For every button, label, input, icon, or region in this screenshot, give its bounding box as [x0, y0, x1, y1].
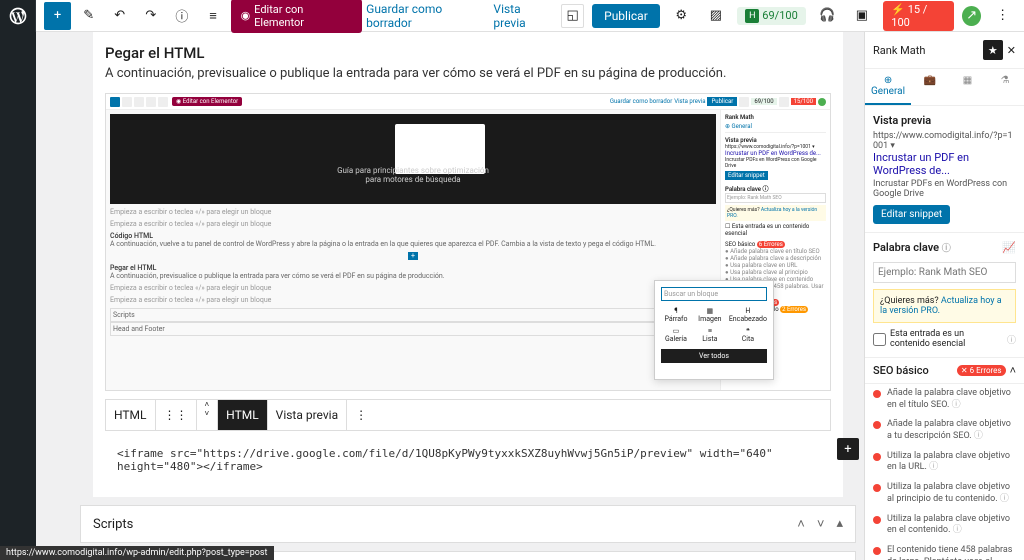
info-icon[interactable]: ⓘ: [168, 2, 195, 30]
edit-mode-icon[interactable]: ✎: [75, 2, 102, 30]
more-icon[interactable]: ⋮: [989, 2, 1016, 30]
seo-item: Añade la palabra clave objetivo a tu des…: [865, 415, 1024, 446]
keyword-label: Palabra clave ⓘ 📈: [873, 241, 1016, 254]
editor-topbar: + ✎ ↶ ↷ ⓘ ≡ ◉Editar con Elementor Guarda…: [36, 0, 1024, 32]
serp-title: Incrustar un PDF en WordPress de...: [873, 151, 1016, 177]
wp-admin-sidebar: [0, 0, 36, 560]
serp-url: https://www.comodigital.info/?p=1001 ▾: [873, 131, 1016, 151]
html-code-block[interactable]: <iframe src="https://drive.google.com/fi…: [105, 435, 831, 485]
star-icon[interactable]: ★: [983, 40, 1003, 60]
wordpress-logo-icon[interactable]: [0, 0, 36, 32]
tab-advanced-icon[interactable]: 💼: [911, 69, 949, 105]
publish-button[interactable]: Publicar: [592, 4, 660, 28]
block-inserter-popup: Buscar un bloque ¶Párrafo▦ImagenHEncabez…: [654, 280, 774, 380]
tab-general[interactable]: ⊕ General: [865, 69, 911, 105]
trend-icon[interactable]: 📈: [1002, 241, 1016, 254]
chevron-up-icon[interactable]: ˄: [797, 516, 805, 532]
toolbar-html-label[interactable]: HTML: [106, 400, 156, 430]
content-paragraph[interactable]: A continuación, previsualice o publique …: [105, 66, 831, 81]
headphones-icon[interactable]: 🎧: [814, 2, 841, 30]
undo-icon[interactable]: ↶: [106, 2, 133, 30]
rankmath-title: Rank Math: [873, 44, 925, 57]
tab-filter-icon[interactable]: ⚗: [986, 69, 1024, 105]
seo-item: El contenido tiene 458 palabras de largo…: [865, 541, 1024, 560]
browser-status-bar: https://www.comodigital.info/wp-admin/ed…: [0, 546, 274, 560]
seo-score-badge[interactable]: 69/100: [737, 7, 805, 25]
chevron-toggle-icon[interactable]: ▴: [836, 516, 843, 532]
editor-column: Pegar el HTML A continuación, previsuali…: [72, 32, 864, 560]
chevron-down-icon[interactable]: ˅: [817, 516, 825, 532]
keyword-input[interactable]: [873, 262, 1016, 283]
pro-notice: ¿Quieres más? Actualiza hoy a la versión…: [873, 289, 1016, 323]
html-tab[interactable]: HTML: [218, 400, 268, 430]
preview-section-title: Vista previa: [873, 114, 1016, 127]
jetpack-icon[interactable]: ↗: [962, 6, 981, 26]
scripts-panel: Scripts ˄ ˅ ▴: [80, 505, 856, 543]
redo-icon[interactable]: ↷: [137, 2, 164, 30]
seo-item: Utiliza la palabra clave objetivo en la …: [865, 447, 1024, 478]
add-block-icon[interactable]: +: [44, 2, 71, 30]
preview-cache-icon[interactable]: ◱: [561, 4, 584, 28]
seo-basic-accordion[interactable]: SEO básico ✕ 6 Errores ˄: [865, 358, 1024, 384]
essential-label: Esta entrada es un contenido esencial: [890, 329, 1003, 349]
words-badge[interactable]: ⚡ 15 / 100: [883, 1, 954, 31]
drag-handle-icon[interactable]: ⋮⋮: [156, 400, 197, 430]
block-more-icon[interactable]: ⋮: [347, 400, 375, 430]
tab-schema-icon[interactable]: ▦: [949, 69, 987, 105]
seo-item: Añade la palabra clave objetivo en el tí…: [865, 384, 1024, 415]
yoast-icon[interactable]: ▨: [703, 2, 730, 30]
seo-item: Utiliza la palabra clave objetivo en el …: [865, 510, 1024, 541]
essential-checkbox[interactable]: [873, 333, 886, 346]
close-icon[interactable]: ✕: [1007, 44, 1016, 57]
preview-link[interactable]: Vista previa: [493, 2, 553, 30]
scripts-header[interactable]: Scripts ˄ ˅ ▴: [81, 506, 855, 542]
chevron-up-icon: ˄: [1010, 364, 1016, 377]
rankmath-sidebar: Rank Math ★ ✕ ⊕ General 💼 ▦ ⚗ Vista prev…: [864, 32, 1024, 560]
preview-tab[interactable]: Vista previa: [268, 400, 347, 430]
serp-description: Incrustar PDFs en WordPress con Google D…: [873, 179, 1016, 199]
edit-snippet-button[interactable]: Editar snippet: [873, 205, 950, 224]
settings-icon[interactable]: ⚙: [668, 2, 695, 30]
content-heading[interactable]: Pegar el HTML: [105, 44, 831, 62]
outline-icon[interactable]: ≡: [199, 2, 226, 30]
add-block-floating-button[interactable]: +: [837, 438, 859, 460]
seo-items-list: Añade la palabra clave objetivo en el tí…: [865, 384, 1024, 560]
seo-item: Utiliza la palabra clave objetivo al pri…: [865, 478, 1024, 509]
box-icon[interactable]: ▣: [849, 2, 876, 30]
info-icon[interactable]: ⓘ: [942, 244, 951, 254]
elementor-button[interactable]: ◉Editar con Elementor: [231, 0, 363, 33]
save-draft-link[interactable]: Guardar como borrador: [366, 2, 485, 30]
block-toolbar: HTML ⋮⋮ ˄˅ HTML Vista previa ⋮: [105, 399, 831, 431]
move-up-icon[interactable]: ˄˅: [197, 400, 219, 430]
